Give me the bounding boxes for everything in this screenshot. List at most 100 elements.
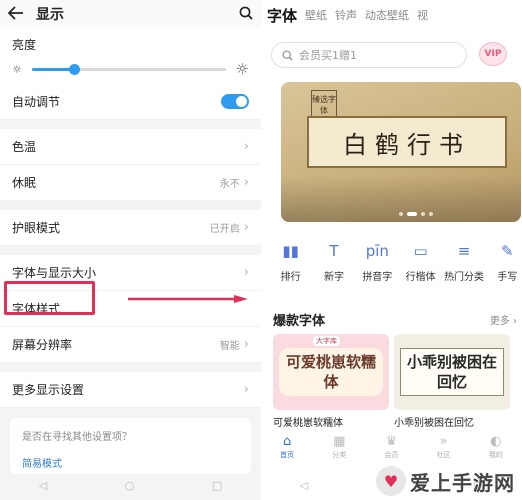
brightness-card: 亮度 ☼ ☼ 自动调节 <box>0 28 261 120</box>
carousel-dot <box>399 212 403 216</box>
category-label: 手写 <box>497 272 518 283</box>
resolution-value: 智能 <box>219 341 240 352</box>
member-icon: ♛ <box>385 434 398 449</box>
brightness-slider[interactable] <box>31 63 226 75</box>
tab-ringtone[interactable]: 铃声 <box>335 7 357 23</box>
bottom-nav-label: 会员 <box>384 451 399 459</box>
nav-recent-icon[interactable]: □ <box>212 479 222 492</box>
font-caption-1[interactable]: 可爱桃崽软糯体 <box>273 414 343 429</box>
chevron-right-icon: › <box>243 175 249 190</box>
eye-mode-label: 护眼模式 <box>12 221 61 235</box>
nav-back-icon[interactable]: ◁ <box>300 479 308 492</box>
auto-adjust-row[interactable]: 自动调节 <box>0 84 261 120</box>
font-size-label: 字体与显示大小 <box>12 266 97 280</box>
hint-question: 是否在寻找其他设置项？ <box>22 432 132 443</box>
eye-card: 护眼模式 已开启 › <box>0 210 261 246</box>
font-caption-2[interactable]: 小乖别被困在回忆 <box>394 414 474 429</box>
bottom-nav-item-0[interactable]: ⌂ 首页 <box>267 434 307 468</box>
tab-video[interactable]: 视 <box>417 7 428 23</box>
system-nav-bar: ◁ ○ □ <box>0 470 261 500</box>
simple-mode-link[interactable]: 简易模式 <box>22 455 239 470</box>
category-2[interactable]: pīn 拼音字 <box>356 242 399 283</box>
handwrite-icon: ✎ <box>501 242 514 260</box>
color-temp-row[interactable]: 色温 › <box>0 129 261 165</box>
hint-card: 是否在寻找其他设置项？ 简易模式 <box>10 418 251 474</box>
more-card: 更多显示设置 › <box>0 372 261 408</box>
back-arrow-icon[interactable] <box>7 5 30 24</box>
sleep-row[interactable]: 休眠 永不 › <box>0 165 261 201</box>
sleep-value: 永不 <box>219 179 240 190</box>
eye-mode-value: 已开启 <box>209 224 240 235</box>
category-label: 热门分类 <box>443 272 484 283</box>
font-preview-2: 小乖别被困在回忆 <box>400 348 504 396</box>
font-card-1[interactable]: 大字库 可爱桃崽软糯体 <box>273 334 389 410</box>
home-icon: ⌂ <box>282 434 292 449</box>
display-settings-panel: 显示 亮度 ☼ ☼ 自动调节 色温 › 休眠 永不 › 护眼模式 已开启 › 字… <box>0 0 261 500</box>
carousel-dot-active <box>407 212 417 216</box>
carousel-dot <box>421 212 425 216</box>
carousel-dot <box>429 212 433 216</box>
site-watermark: ♥ 爱上手游网 <box>376 462 522 500</box>
bottom-nav-label: 分类 <box>332 451 347 459</box>
bottom-nav-item-1[interactable]: ▦ 分类 <box>319 434 359 468</box>
auto-adjust-label: 自动调节 <box>12 95 61 109</box>
banner-title: 白鹤行书 <box>307 116 507 168</box>
sun-small-icon: ☼ <box>12 62 22 76</box>
watermark-text: 爱上手游网 <box>410 470 515 495</box>
tab-wallpaper[interactable]: 壁纸 <box>305 7 327 23</box>
pointer-arrow-icon <box>128 295 248 303</box>
font-card-2[interactable]: 小乖别被困在回忆 <box>394 334 510 410</box>
featured-banner[interactable]: 臻选字体 白鹤行书 <box>281 82 521 222</box>
category-0[interactable]: ▮▮ 排行 <box>269 242 312 283</box>
font-preview-1: 可爱桃崽软糯体 <box>279 348 383 396</box>
brightness-knob[interactable] <box>69 63 81 75</box>
category-row: ▮▮ 排行 T 新字 pīn 拼音字 ▭ 行楷体 ≡ 热门分类 ✎ 手写 <box>269 242 522 283</box>
chevron-right-icon: › <box>243 382 249 397</box>
brightness-label: 亮度 <box>12 38 37 52</box>
eye-mode-row[interactable]: 护眼模式 已开启 › <box>0 210 261 246</box>
book-icon: ▭ <box>413 242 428 260</box>
category-label: 行楷体 <box>405 272 436 283</box>
section-title: 爆款字体 <box>273 314 326 329</box>
watermark-logo-icon: ♥ <box>376 466 406 496</box>
more-display-label: 更多显示设置 <box>12 383 85 397</box>
chevron-right-icon: › <box>243 265 249 280</box>
tab-font[interactable]: 字体 <box>267 5 297 26</box>
discover-icon: » <box>439 434 448 449</box>
category-icon: ▦ <box>333 434 346 449</box>
resolution-row[interactable]: 屏幕分辨率 智能 › <box>0 327 261 363</box>
nav-back-icon[interactable]: ◁ <box>39 479 47 492</box>
category-1[interactable]: T 新字 <box>312 242 355 283</box>
bar-chart-icon: ▮▮ <box>282 242 299 260</box>
sleep-label: 休眠 <box>12 176 37 190</box>
resolution-label: 屏幕分辨率 <box>12 338 73 352</box>
color-sleep-card: 色温 › 休眠 永不 › <box>0 129 261 201</box>
chevron-right-icon: › <box>243 139 249 154</box>
font-style-highlight-box <box>4 281 95 315</box>
tab-live-wallpaper[interactable]: 动态壁纸 <box>365 7 409 23</box>
vip-badge[interactable]: VIP <box>479 42 507 66</box>
brightness-fill <box>31 67 75 71</box>
more-link[interactable]: 更多 › <box>490 312 517 327</box>
color-temp-label: 色温 <box>12 140 37 154</box>
search-icon <box>282 49 293 61</box>
bottom-nav-label: 社区 <box>436 451 451 459</box>
nav-home-icon[interactable]: ○ <box>125 479 135 492</box>
carousel-dots <box>399 212 433 216</box>
search-placeholder: 会员买1赠1 <box>299 49 357 62</box>
auto-adjust-toggle[interactable] <box>221 94 249 109</box>
new-font-icon: T <box>329 242 339 260</box>
chevron-right-icon: › <box>243 220 249 235</box>
category-label: 新字 <box>323 272 344 283</box>
theme-store-panel: 字体 壁纸 铃声 动态壁纸 视 会员买1赠1 VIP 臻选字体 白鹤行书 ▮▮ 排… <box>261 0 522 500</box>
more-display-row[interactable]: 更多显示设置 › <box>0 372 261 408</box>
category-5[interactable]: ✎ 手写 <box>486 242 522 283</box>
search-icon[interactable] <box>239 5 253 24</box>
bottom-nav-label: 首页 <box>280 451 295 459</box>
category-3[interactable]: ▭ 行楷体 <box>399 242 442 283</box>
category-4[interactable]: ≡ 热门分类 <box>442 242 485 283</box>
search-input[interactable]: 会员买1赠1 <box>271 42 467 68</box>
hot-fonts-header: 爆款字体 更多 › <box>273 310 517 329</box>
brightness-slider-row: ☼ ☼ <box>0 54 261 84</box>
font-tag: 大字库 <box>313 336 340 346</box>
